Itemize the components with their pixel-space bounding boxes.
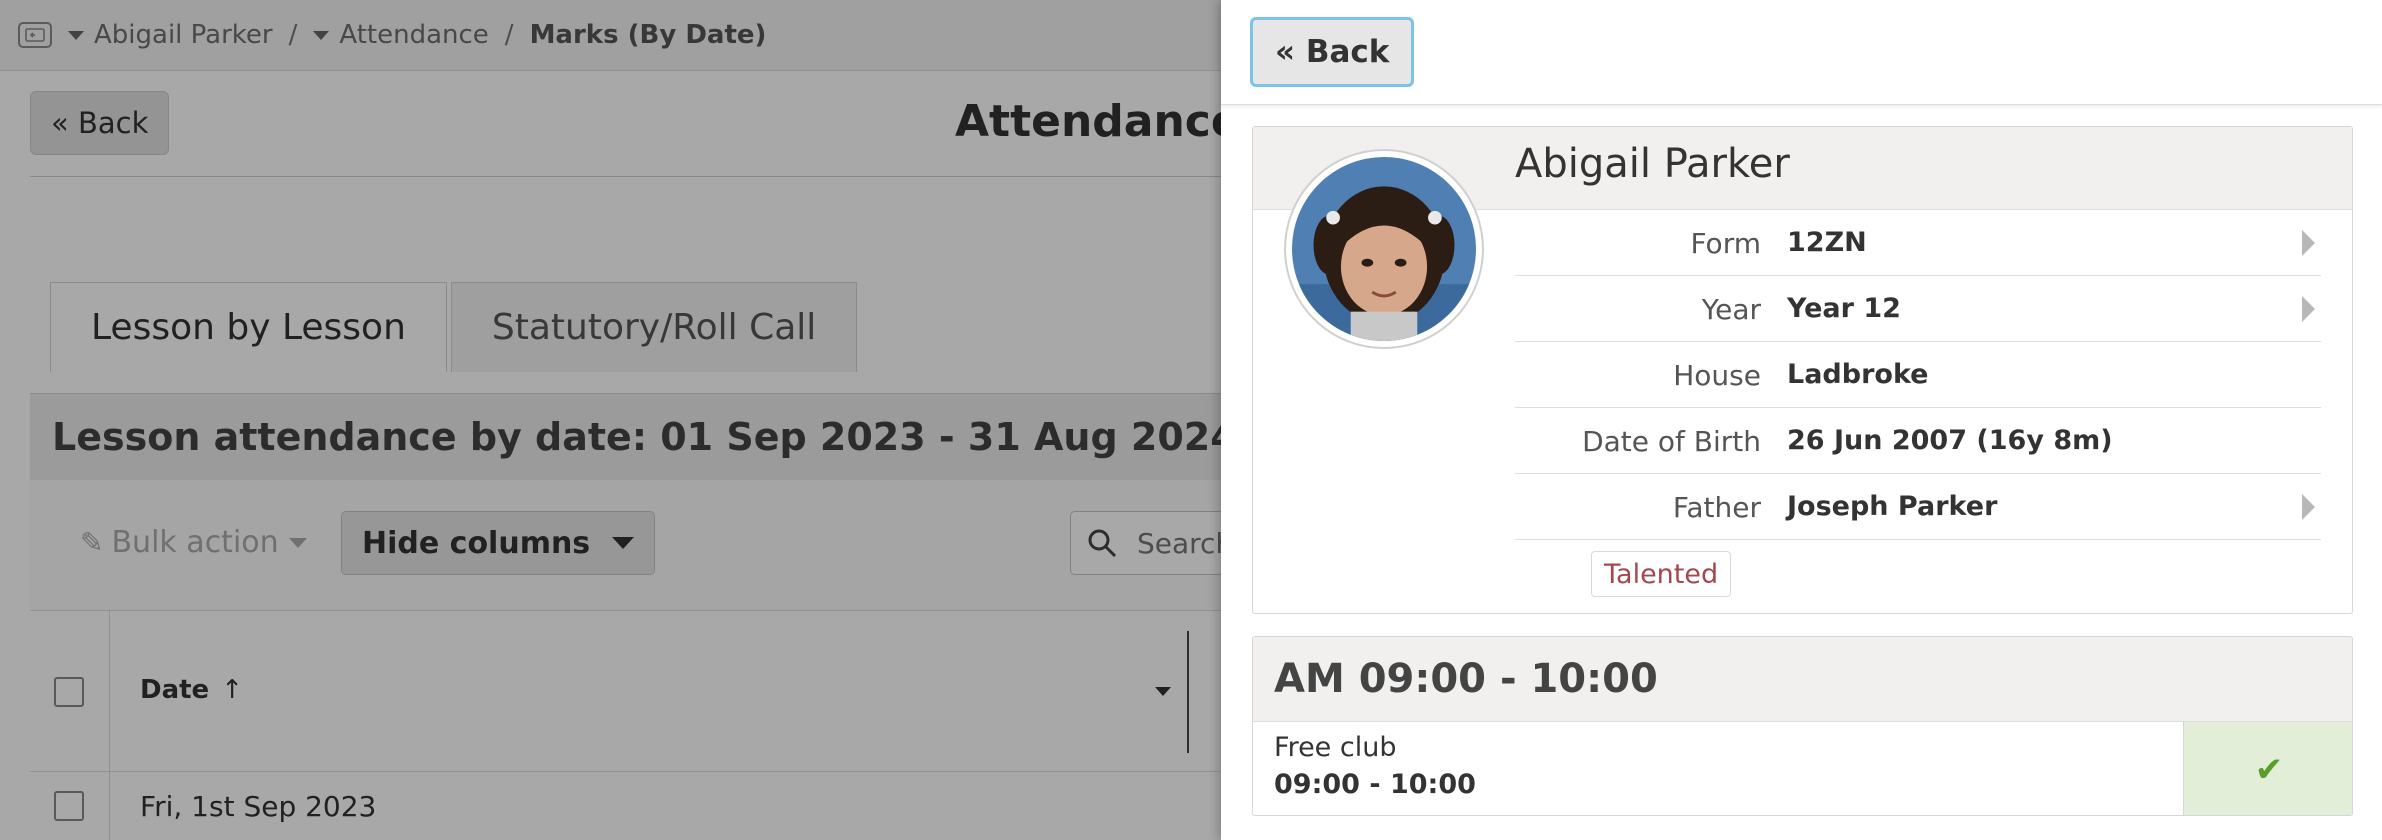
- info-value: Joseph Parker: [1787, 491, 1998, 522]
- chevron-right-icon[interactable]: [2302, 230, 2315, 256]
- info-row-year[interactable]: Year Year 12: [1515, 276, 2321, 342]
- avatar: [1284, 149, 1484, 349]
- chevron-right-icon[interactable]: [2302, 296, 2315, 322]
- check-icon: ✔: [2254, 749, 2284, 790]
- session-title: AM 09:00 - 10:00: [1253, 637, 2352, 722]
- session-time: 09:00 - 10:00: [1274, 769, 1476, 800]
- student-name: Abigail Parker: [1515, 141, 1790, 187]
- info-label: Date of Birth: [1582, 425, 1761, 458]
- info-label: Form: [1690, 227, 1761, 260]
- talented-badge: Talented: [1591, 551, 1732, 597]
- student-photo-icon: [1292, 157, 1476, 341]
- student-drawer: « Back Abigail Parker Form 12ZN Year Yea…: [1221, 0, 2382, 840]
- info-label: Year: [1701, 293, 1761, 326]
- avatar-photo: [1292, 157, 1476, 341]
- info-label: House: [1673, 359, 1761, 392]
- info-row-father[interactable]: Father Joseph Parker: [1515, 474, 2321, 540]
- info-row-date-of-birth: Date of Birth 26 Jun 2007 (16y 8m): [1515, 408, 2321, 474]
- info-value: 12ZN: [1787, 227, 1867, 258]
- info-row-form[interactable]: Form 12ZN: [1515, 210, 2321, 276]
- session-activity: Free club: [1274, 732, 1397, 763]
- info-value: Ladbroke: [1787, 359, 1929, 390]
- info-value: Year 12: [1787, 293, 1901, 324]
- info-value: 26 Jun 2007 (16y 8m): [1787, 425, 2113, 456]
- modal-overlay[interactable]: [0, 0, 1221, 840]
- info-label: Father: [1672, 491, 1761, 524]
- drawer-header: « Back: [1221, 0, 2382, 105]
- attendance-mark[interactable]: ✔: [2183, 722, 2352, 815]
- student-info-list: Form 12ZN Year Year 12 House Ladbroke Da…: [1515, 210, 2321, 540]
- chevron-right-icon[interactable]: [2302, 494, 2315, 520]
- info-row-house: House Ladbroke: [1515, 342, 2321, 408]
- session-card: AM 09:00 - 10:00 Free club 09:00 - 10:00…: [1252, 636, 2353, 816]
- session-details: Free club 09:00 - 10:00: [1253, 722, 2183, 815]
- drawer-back-button[interactable]: « Back: [1250, 17, 1415, 87]
- student-profile-card: Abigail Parker Form 12ZN Year Year 12 Ho…: [1252, 126, 2353, 614]
